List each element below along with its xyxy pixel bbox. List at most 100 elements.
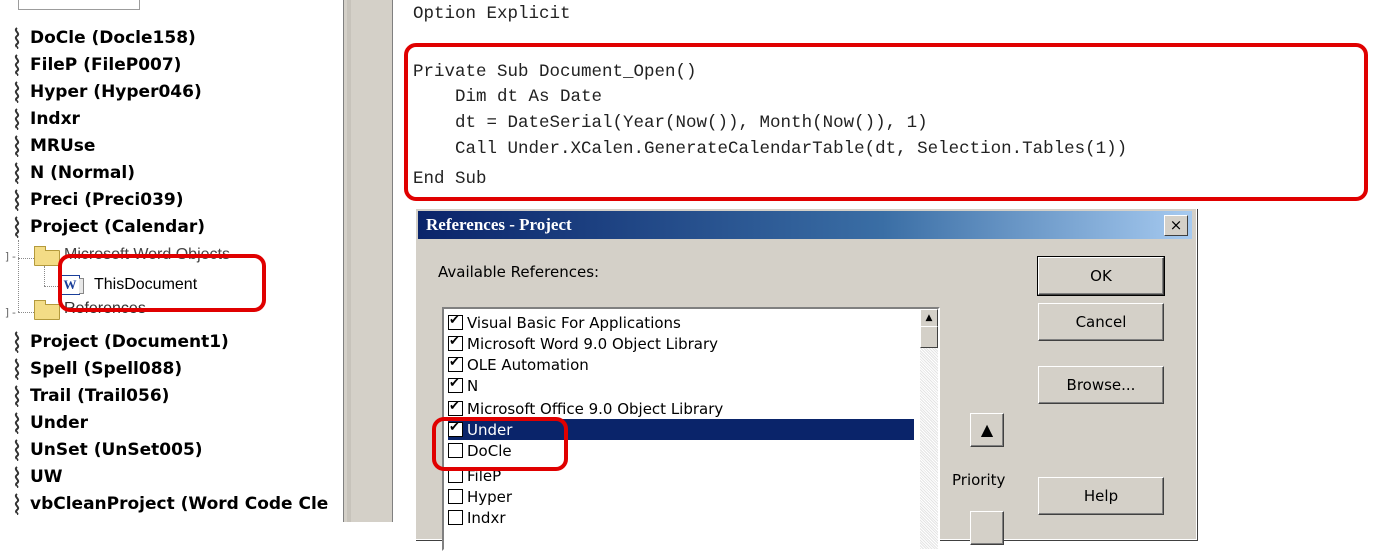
- list-item[interactable]: FileP: [448, 465, 914, 486]
- list-item[interactable]: N: [448, 375, 914, 396]
- reference-label: DoCle: [467, 441, 512, 460]
- code-line-call: Call Under.XCalen.GenerateCalendarTable(…: [413, 139, 1128, 159]
- list-item[interactable]: Microsoft Word 9.0 Object Library: [448, 333, 914, 354]
- cancel-button[interactable]: Cancel: [1038, 303, 1164, 341]
- tree-item-label: UW: [30, 467, 63, 487]
- tree-item-project[interactable]: DoCle (Docle158): [10, 25, 196, 51]
- tree-item-project[interactable]: UW: [10, 464, 63, 490]
- list-scrollbar[interactable]: ▲: [920, 309, 938, 549]
- vba-project-icon: [14, 331, 20, 353]
- tree-item-project[interactable]: Preci (Preci039): [10, 187, 184, 213]
- checkbox[interactable]: [448, 313, 463, 330]
- tree-item-thisdocument[interactable]: ThisDocument: [94, 276, 197, 294]
- tree-item-label: MRUse: [30, 136, 96, 156]
- scroll-thumb[interactable]: [920, 326, 938, 348]
- list-item[interactable]: DoCle: [448, 440, 914, 461]
- vba-project-icon: [14, 385, 20, 407]
- tree-item-project-calendar[interactable]: Project (Calendar): [10, 214, 205, 240]
- code-line-end-sub: End Sub: [413, 169, 487, 189]
- tree-item-project[interactable]: Spell (Spell088): [10, 356, 182, 382]
- vba-project-icon: [14, 466, 20, 488]
- checkbox[interactable]: [448, 510, 463, 525]
- expand-toggle[interactable]: ]-: [4, 306, 17, 319]
- reference-label: Under: [467, 420, 513, 439]
- tree-item-project[interactable]: UnSet (UnSet005): [10, 437, 203, 463]
- vba-project-icon: [14, 135, 20, 157]
- vba-project-icon: [14, 162, 20, 184]
- tree-item-project[interactable]: MRUse: [10, 133, 95, 159]
- tree-item-label: Project (Calendar): [30, 217, 205, 237]
- ok-button[interactable]: OK: [1037, 256, 1165, 296]
- tree-item-project[interactable]: FileP (FileP007): [10, 52, 181, 78]
- tree-item-label: Project (Document1): [30, 332, 229, 352]
- tree-item-project[interactable]: N (Normal): [10, 160, 135, 186]
- vba-project-icon: [14, 412, 20, 434]
- vba-project-icon: [14, 189, 20, 211]
- references-list[interactable]: Visual Basic For Applications Microsoft …: [442, 307, 940, 551]
- tree-item-label: Spell (Spell088): [30, 359, 183, 379]
- collapse-toggle[interactable]: ]-: [4, 250, 17, 263]
- reference-label: FileP: [467, 466, 502, 485]
- checkbox[interactable]: [448, 355, 463, 372]
- tree-item-project[interactable]: Trail (Trail056): [10, 383, 169, 409]
- list-item[interactable]: Visual Basic For Applications: [448, 312, 914, 333]
- reference-label: Hyper: [467, 487, 513, 506]
- tree-item-project[interactable]: vbCleanProject (Word Code Cle: [10, 491, 328, 517]
- reference-label: Visual Basic For Applications: [467, 313, 681, 332]
- tree-connector: [44, 286, 58, 287]
- code-line-option-explicit: Option Explicit: [413, 4, 571, 24]
- checkbox[interactable]: [448, 489, 463, 504]
- browse-button[interactable]: Browse...: [1038, 366, 1164, 404]
- tree-connector: [18, 312, 34, 313]
- list-item[interactable]: Indxr: [448, 507, 914, 528]
- tree-item-label: UnSet (UnSet005): [30, 440, 203, 460]
- tree-item-label: N (Normal): [30, 163, 135, 183]
- dialog-titlebar[interactable]: References - Project ×: [418, 211, 1192, 239]
- list-item-selected[interactable]: Under: [448, 419, 914, 440]
- reference-label: OLE Automation: [467, 355, 589, 374]
- priority-label: Priority: [952, 471, 1006, 489]
- tree-item-label: Hyper (Hyper046): [30, 82, 202, 102]
- priority-down-button[interactable]: [970, 511, 1004, 545]
- tree-item-label: Indxr: [30, 109, 80, 129]
- tree-item-word-objects[interactable]: Microsoft Word Objects: [64, 246, 230, 264]
- checkbox[interactable]: [448, 399, 463, 416]
- code-margin: [356, 0, 392, 522]
- list-item[interactable]: OLE Automation: [448, 354, 914, 375]
- tree-item-project[interactable]: Hyper (Hyper046): [10, 79, 202, 105]
- tree-connector: [18, 258, 34, 259]
- tree-item-project[interactable]: Under: [10, 410, 88, 436]
- priority-up-button[interactable]: ▲: [970, 413, 1004, 447]
- checkbox[interactable]: [448, 420, 463, 437]
- code-line-sub-declaration: Private Sub Document_Open(): [413, 62, 697, 82]
- checkbox[interactable]: [448, 334, 463, 351]
- scroll-up-icon[interactable]: ▲: [920, 309, 938, 327]
- project-explorer: DoCle (Docle158) FileP (FileP007) Hyper …: [0, 0, 343, 522]
- dialog-title: References - Project: [426, 215, 572, 234]
- tree-item-project[interactable]: Project (Document1): [10, 329, 229, 355]
- checkbox[interactable]: [448, 376, 463, 393]
- tree-connector: [18, 240, 19, 312]
- help-button[interactable]: Help: [1038, 477, 1164, 515]
- reference-label: Microsoft Word 9.0 Object Library: [467, 334, 719, 353]
- tree-item-label: Preci (Preci039): [30, 190, 184, 210]
- checkbox[interactable]: [448, 443, 463, 458]
- tree-item-label: DoCle (Docle158): [30, 28, 196, 48]
- reference-label: Indxr: [467, 508, 506, 527]
- tree-item-references[interactable]: References: [64, 300, 146, 318]
- code-line-assignment: dt = DateSerial(Year(Now()), Month(Now()…: [413, 113, 928, 133]
- checkbox[interactable]: [448, 468, 463, 483]
- close-button[interactable]: ×: [1164, 215, 1188, 236]
- vba-project-icon: [14, 81, 20, 103]
- reference-label: Microsoft Office 9.0 Object Library: [467, 399, 724, 418]
- code-line-dim: Dim dt As Date: [413, 87, 603, 107]
- pane-splitter[interactable]: [343, 0, 357, 522]
- tree-item-label: FileP (FileP007): [30, 55, 182, 75]
- reference-label: N: [467, 376, 479, 395]
- list-item[interactable]: Hyper: [448, 486, 914, 507]
- vba-project-icon: [14, 358, 20, 380]
- vba-project-icon: [14, 216, 20, 238]
- list-item[interactable]: Microsoft Office 9.0 Object Library: [448, 398, 914, 419]
- references-dialog: References - Project × Available Referen…: [415, 208, 1197, 551]
- tree-item-project[interactable]: Indxr: [10, 106, 80, 132]
